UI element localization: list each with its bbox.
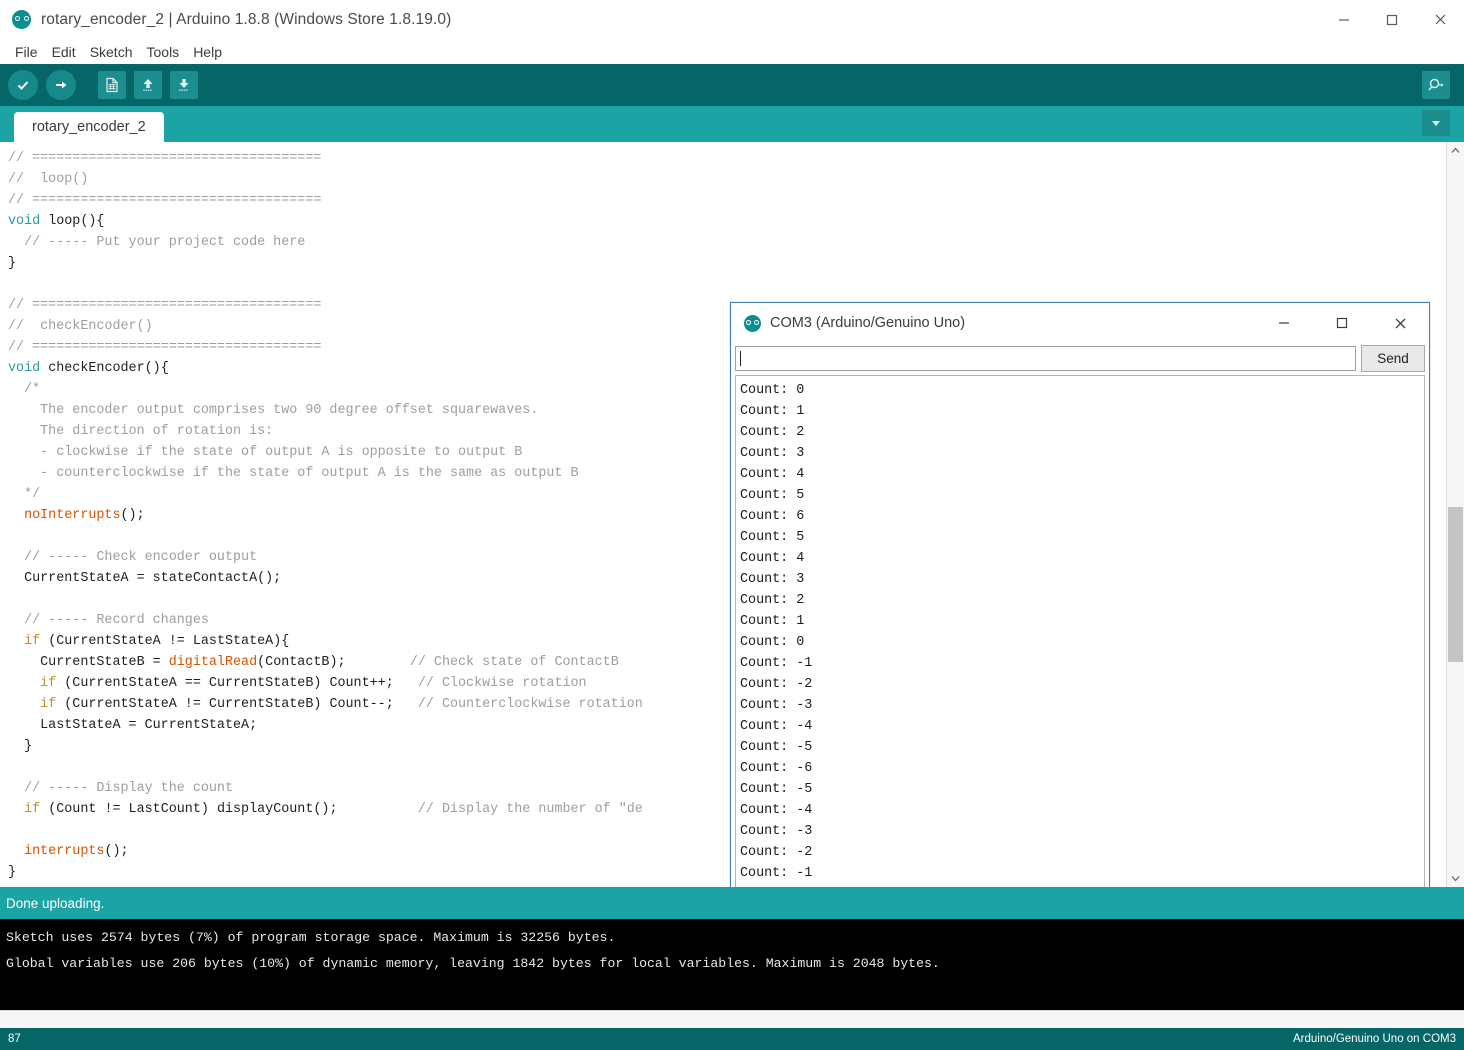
serial-maximize-button[interactable]: [1313, 303, 1371, 343]
new-sketch-button[interactable]: [98, 71, 126, 99]
serial-output-line: Count: -4: [740, 803, 813, 818]
code-line: void loop(){: [8, 214, 105, 229]
open-sketch-button[interactable]: [134, 71, 162, 99]
code-line: // ----- Put your project code here: [8, 235, 306, 250]
checkmark-icon: [17, 81, 29, 90]
arrow-up-icon: [143, 79, 153, 91]
serial-output-line: Count: 6: [740, 509, 805, 524]
serial-close-button[interactable]: [1371, 303, 1429, 343]
serial-monitor-window: COM3 (Arduino/Genuino Uno) Send Count: 0…: [730, 302, 1430, 887]
tab-dropdown-button[interactable]: [1422, 110, 1450, 136]
serial-output-line: Count: 2: [740, 593, 805, 608]
menu-bar: File Edit Sketch Tools Help: [0, 39, 1464, 64]
menu-item-edit[interactable]: Edit: [45, 42, 83, 62]
verify-button[interactable]: [8, 70, 38, 100]
scroll-up-arrow[interactable]: [1447, 142, 1464, 159]
magnifier-icon: [1428, 78, 1444, 91]
menu-item-tools[interactable]: Tools: [140, 42, 187, 62]
window-controls: [1320, 0, 1464, 39]
serial-output-line: Count: -1: [740, 866, 813, 881]
serial-output-line: Count: 0: [740, 884, 1424, 887]
tab-label: rotary_encoder_2: [32, 119, 146, 135]
serial-output-line: Count: -5: [740, 740, 813, 755]
serial-output-line: Count: 3: [740, 572, 805, 587]
tab-rotary-encoder-2[interactable]: rotary_encoder_2: [14, 112, 164, 142]
serial-minimize-button[interactable]: [1255, 303, 1313, 343]
code-line: // ====================================: [8, 151, 322, 166]
serial-output[interactable]: Count: 0 Count: 1 Count: 2 Count: 3 Count: 4…: [735, 375, 1425, 887]
serial-monitor-title: COM3 (Arduino/Genuino Uno): [770, 315, 966, 331]
window-title: rotary_encoder_2 | Arduino 1.8.8 (Window…: [41, 10, 452, 28]
board-info: Arduino/Genuino Uno on COM3: [1292, 1033, 1456, 1045]
console-output[interactable]: Sketch uses 2574 bytes (7%) of program s…: [0, 919, 1464, 1010]
serial-output-line: Count: 3: [740, 446, 805, 461]
code-line: }: [8, 256, 17, 271]
console-scroll-area[interactable]: [0, 1010, 1464, 1028]
console-line: Sketch uses 2574 bytes (7%) of program s…: [6, 930, 616, 945]
serial-output-line: Count: 0: [740, 383, 805, 398]
close-button[interactable]: [1416, 0, 1464, 39]
serial-output-line: Count: 4: [740, 551, 805, 566]
serial-output-line: Count: 2: [740, 425, 805, 440]
line-number: 87: [8, 1033, 21, 1045]
caret-down-icon: [1451, 876, 1460, 882]
serial-output-line: Count: -5: [740, 782, 813, 797]
new-file-icon: [106, 77, 118, 93]
menu-item-sketch[interactable]: Sketch: [83, 42, 140, 62]
status-bar: 87 Arduino/Genuino Uno on COM3: [0, 1028, 1464, 1050]
serial-output-line: Count: 5: [740, 488, 805, 503]
caret-up-icon: [1451, 147, 1460, 153]
arduino-ide-window: rotary_encoder_2 | Arduino 1.8.8 (Window…: [0, 0, 1464, 1050]
serial-output-line: Count: -6: [740, 761, 813, 776]
text-caret: [740, 350, 741, 366]
code-line: // ====================================: [8, 193, 322, 208]
serial-send-button[interactable]: Send: [1361, 344, 1425, 372]
chevron-down-icon: [1432, 121, 1440, 126]
serial-output-line: Count: 1: [740, 404, 805, 419]
code-editor-area[interactable]: // ==================================== /…: [0, 142, 1464, 887]
minimize-button[interactable]: [1320, 0, 1368, 39]
serial-output-line: Count: -3: [740, 824, 813, 839]
serial-output-line: Count: -1: [740, 656, 813, 671]
serial-monitor-window-controls: [1255, 303, 1429, 343]
serial-send-row: Send: [731, 343, 1429, 373]
serial-output-line: Count: -3: [740, 698, 813, 713]
scroll-down-arrow[interactable]: [1447, 870, 1464, 887]
serial-output-line: Count: 4: [740, 467, 805, 482]
menu-item-file[interactable]: File: [8, 42, 45, 62]
editor-scroll-thumb[interactable]: [1448, 507, 1463, 662]
serial-output-line: Count: -2: [740, 677, 813, 692]
console-line: Global variables use 206 bytes (10%) of …: [6, 956, 940, 971]
arduino-logo-icon: [744, 314, 761, 332]
maximize-button[interactable]: [1368, 0, 1416, 39]
editor-scrollbar[interactable]: [1446, 142, 1464, 887]
toolbar: [0, 64, 1464, 106]
serial-send-input[interactable]: [735, 345, 1356, 371]
status-message: Done uploading.: [0, 887, 1464, 919]
arrow-right-icon: [56, 81, 67, 89]
serial-output-line: Count: -2: [740, 845, 813, 860]
save-sketch-button[interactable]: [170, 71, 198, 99]
serial-monitor-button[interactable]: [1422, 71, 1450, 99]
serial-output-line: Count: -4: [740, 719, 813, 734]
code-line: // loop(): [8, 172, 89, 187]
serial-monitor-title-bar: COM3 (Arduino/Genuino Uno): [731, 303, 1429, 343]
title-bar: rotary_encoder_2 | Arduino 1.8.8 (Window…: [0, 0, 1464, 39]
serial-output-line: Count: 0: [740, 635, 805, 650]
serial-output-line: Count: 1: [740, 614, 805, 629]
tab-bar: rotary_encoder_2: [0, 106, 1464, 142]
upload-button[interactable]: [46, 70, 76, 100]
menu-item-help[interactable]: Help: [186, 42, 229, 62]
arrow-down-icon: [179, 79, 189, 91]
serial-output-line: Count: 5: [740, 530, 805, 545]
arduino-logo-icon: [12, 10, 31, 29]
